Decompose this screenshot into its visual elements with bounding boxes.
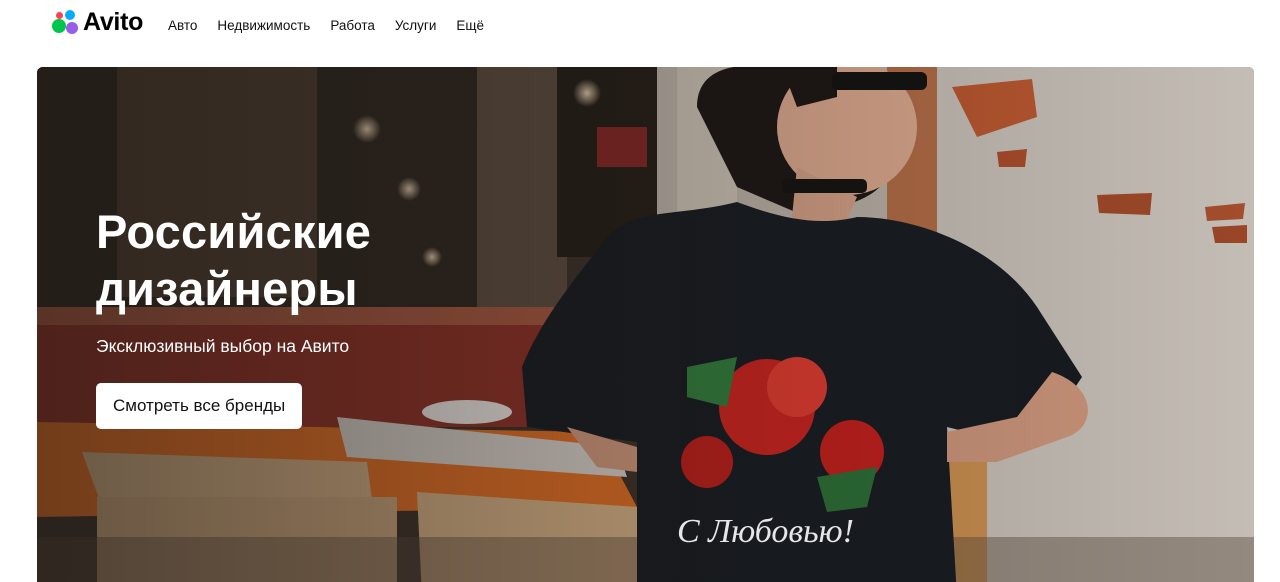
hero-banner[interactable]: С Любовью! Российские дизайнеры Эксклюзи… [37, 67, 1254, 582]
top-navigation-bar: Avito Авто Недвижимость Работа Услуги Ещ… [0, 0, 1280, 52]
hero-title-line-1: Российские [96, 205, 372, 258]
hero-title-line-2: дизайнеры [96, 262, 358, 315]
nav-item-real-estate[interactable]: Недвижимость [217, 17, 310, 35]
see-all-brands-button[interactable]: Смотреть все бренды [96, 383, 303, 429]
main-nav: Авто Недвижимость Работа Услуги Ещё [168, 17, 504, 35]
hero-subtitle: Эксклюзивный выбор на Авито [96, 336, 350, 356]
nav-item-more[interactable]: Ещё [456, 17, 484, 35]
avito-logo-dots-icon [52, 8, 80, 36]
hero-title: Российские дизайнеры [96, 203, 456, 317]
nav-item-auto[interactable]: Авто [168, 17, 197, 35]
avito-logo[interactable]: Avito [52, 6, 143, 38]
shirt-print-text: С Любовью! [677, 513, 854, 550]
nav-item-services[interactable]: Услуги [395, 17, 437, 35]
hero-text-block: Российские дизайнеры Эксклюзивный выбор … [96, 203, 456, 429]
nav-item-jobs[interactable]: Работа [330, 17, 375, 35]
avito-logo-text: Avito [83, 7, 144, 36]
